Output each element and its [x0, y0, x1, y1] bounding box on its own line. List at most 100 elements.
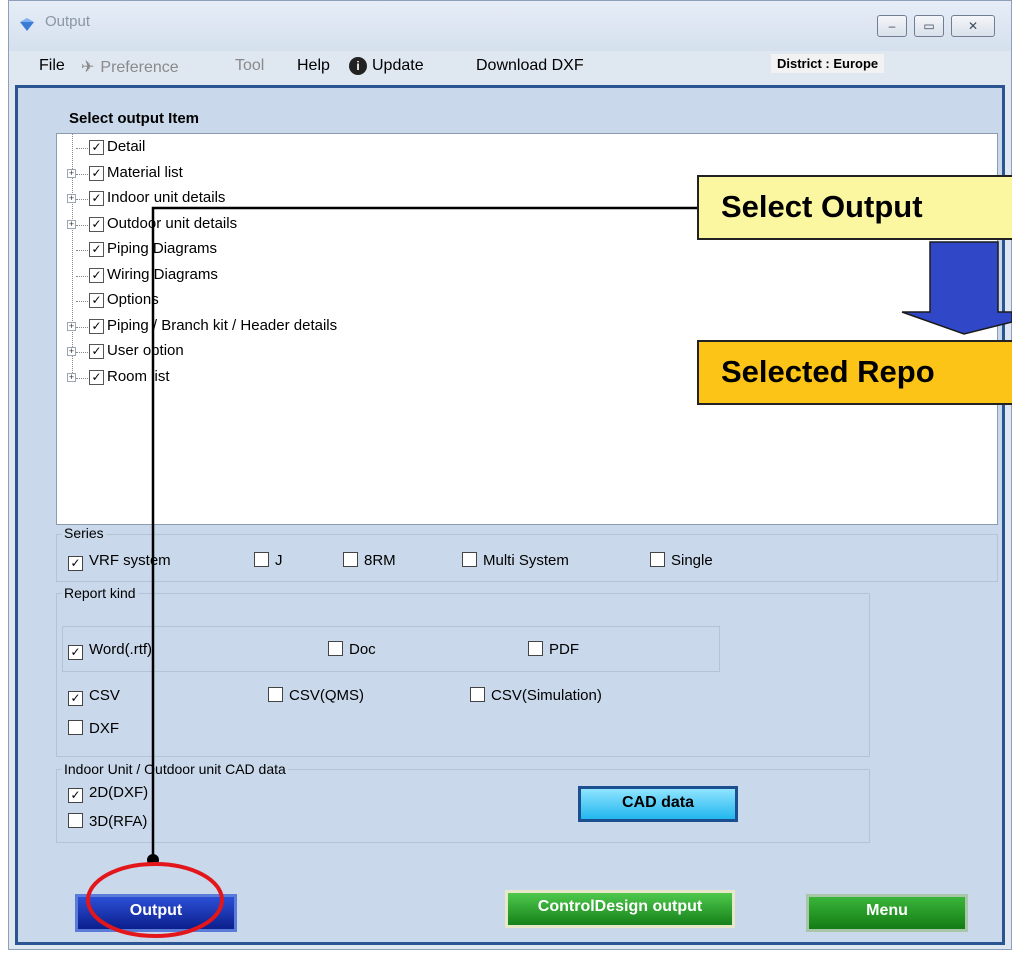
tree-dots	[76, 199, 88, 200]
maximize-button[interactable]: ▭	[914, 15, 944, 37]
tree-node-label: User option	[107, 342, 184, 359]
info-icon: i	[349, 57, 367, 75]
word-check: ✓	[68, 645, 83, 660]
tree-node-label: Room list	[107, 367, 170, 385]
menu-tool[interactable]: Tool	[235, 57, 264, 75]
tree-dots	[76, 301, 88, 302]
series-check: ✓	[68, 556, 83, 571]
series-label: 8RM	[364, 552, 396, 569]
pdf-checkbox[interactable]: PDF	[528, 641, 579, 658]
tree-node-label: Piping Diagrams	[107, 240, 218, 257]
cad-3d-checkbox[interactable]: 3D(RFA)	[68, 813, 147, 830]
tree-node-label: Detail	[107, 138, 146, 155]
series-check	[254, 552, 269, 567]
tree-node-label: Outdoor unit details	[107, 214, 238, 232]
csv-qms-label: CSV(QMS)	[289, 687, 364, 704]
tree-node-checkbox[interactable]: ✓	[89, 344, 104, 359]
control-design-output-button[interactable]: ControlDesign output	[505, 890, 735, 928]
doc-checkbox[interactable]: Doc	[328, 641, 376, 658]
menu-preference[interactable]: ✈ Preference	[81, 57, 179, 77]
tree-node-checkbox[interactable]: ✓	[89, 267, 104, 283]
csv-simulation-checkbox[interactable]: CSV(Simulation)	[470, 687, 602, 704]
tree-node-checkbox[interactable]: ✓	[89, 140, 104, 155]
tree-node-label: Piping / Branch kit / Header details	[107, 316, 338, 334]
expand-icon[interactable]: +	[67, 219, 76, 229]
tree-node-checkbox[interactable]: ✓	[89, 318, 104, 334]
report-kind-group	[56, 593, 870, 757]
dxf-label: DXF	[89, 720, 119, 737]
expand-icon[interactable]: +	[67, 194, 76, 203]
selected-report-callout: Selected Repo	[697, 340, 1012, 405]
tree-dots	[76, 250, 88, 251]
tree-node-label: Wiring Diagrams	[107, 265, 218, 283]
series-checkbox[interactable]: ✓ VRF system	[68, 552, 171, 571]
minimize-button[interactable]: ‒	[877, 15, 907, 37]
wrench-icon: ✈	[81, 59, 95, 76]
menu-button[interactable]: Menu	[806, 894, 968, 932]
menu-file[interactable]: File	[39, 57, 65, 75]
series-check	[462, 552, 477, 567]
title-bar: Output ‒ ▭ ✕	[9, 1, 1011, 51]
series-label: Multi System	[483, 552, 569, 569]
expand-icon[interactable]: +	[67, 347, 76, 356]
series-check	[343, 552, 358, 567]
series-checkbox[interactable]: Single	[650, 552, 713, 569]
pdf-check	[528, 641, 543, 656]
word-rtf-checkbox[interactable]: ✓ Word(.rtf)	[68, 641, 152, 660]
csv-qms-checkbox[interactable]: CSV(QMS)	[268, 687, 364, 704]
output-button[interactable]: Output	[75, 894, 237, 932]
tree-node-checkbox[interactable]: ✓	[89, 293, 104, 308]
cad-2d-label: 2D(DXF)	[89, 784, 149, 801]
tree-node-checkbox[interactable]: ✓	[89, 165, 104, 181]
tree-dots	[76, 173, 88, 175]
tree-node-checkbox[interactable]: ✓	[89, 242, 104, 257]
close-button[interactable]: ✕	[951, 15, 995, 37]
select-output-title: Select output Item	[69, 110, 200, 127]
menu-update[interactable]: i Update	[349, 57, 424, 75]
cad-data-button[interactable]: CAD data	[578, 786, 738, 822]
doc-label: Doc	[349, 641, 376, 658]
tree-dots	[76, 224, 88, 226]
tree-dots	[76, 148, 88, 149]
dxf-check	[68, 720, 83, 735]
tree-dots	[76, 352, 88, 353]
series-checkbox[interactable]: J	[254, 552, 283, 569]
window-title: Output	[45, 13, 91, 30]
tree-dots	[76, 326, 88, 328]
cad-3d-check	[68, 813, 83, 828]
csv-checkbox[interactable]: ✓ CSV	[68, 687, 120, 706]
cad-2d-checkbox[interactable]: ✓ 2D(DXF)	[68, 784, 148, 803]
expand-icon[interactable]: +	[67, 372, 76, 382]
cad-3d-label: 3D(RFA)	[89, 813, 148, 830]
csv-sim-check	[470, 687, 485, 702]
menu-download-dxf[interactable]: Download DXF	[476, 57, 584, 75]
csv-sim-label: CSV(Simulation)	[491, 687, 602, 704]
doc-check	[328, 641, 343, 656]
select-output-callout: Select Output	[697, 175, 1012, 240]
district-label: District : Europe	[771, 54, 885, 73]
word-doc-pdf-group	[62, 626, 720, 672]
series-checkbox[interactable]: Multi System	[462, 552, 569, 569]
menu-help[interactable]: Help	[297, 57, 330, 75]
menu-preference-label: Preference	[100, 59, 179, 76]
expand-icon[interactable]: +	[67, 321, 76, 331]
output-window: Output ‒ ▭ ✕ File ✈ Preference Tool Help …	[8, 0, 1012, 950]
dxf-checkbox[interactable]: DXF	[68, 720, 119, 737]
series-checkbox[interactable]: 8RM	[343, 552, 396, 569]
tree-dots	[76, 275, 88, 277]
cad-2d-check: ✓	[68, 788, 83, 803]
series-label: Single	[671, 552, 713, 569]
cad-data-title: Indoor Unit / Outdoor unit CAD data	[62, 761, 288, 777]
word-label: Word(.rtf)	[89, 641, 153, 658]
tree-node-checkbox[interactable]: ✓	[89, 369, 104, 385]
tree-node-label: Options	[107, 291, 159, 308]
pdf-label: PDF	[549, 641, 579, 658]
series-label: VRF system	[89, 552, 171, 569]
tree-node-checkbox[interactable]: ✓	[89, 216, 104, 232]
tree-node-checkbox[interactable]: ✓	[89, 191, 104, 206]
series-label: J	[275, 552, 283, 569]
app-icon	[20, 18, 34, 31]
series-check	[650, 552, 665, 567]
expand-icon[interactable]: +	[67, 168, 76, 178]
cad-data-group	[56, 769, 870, 843]
